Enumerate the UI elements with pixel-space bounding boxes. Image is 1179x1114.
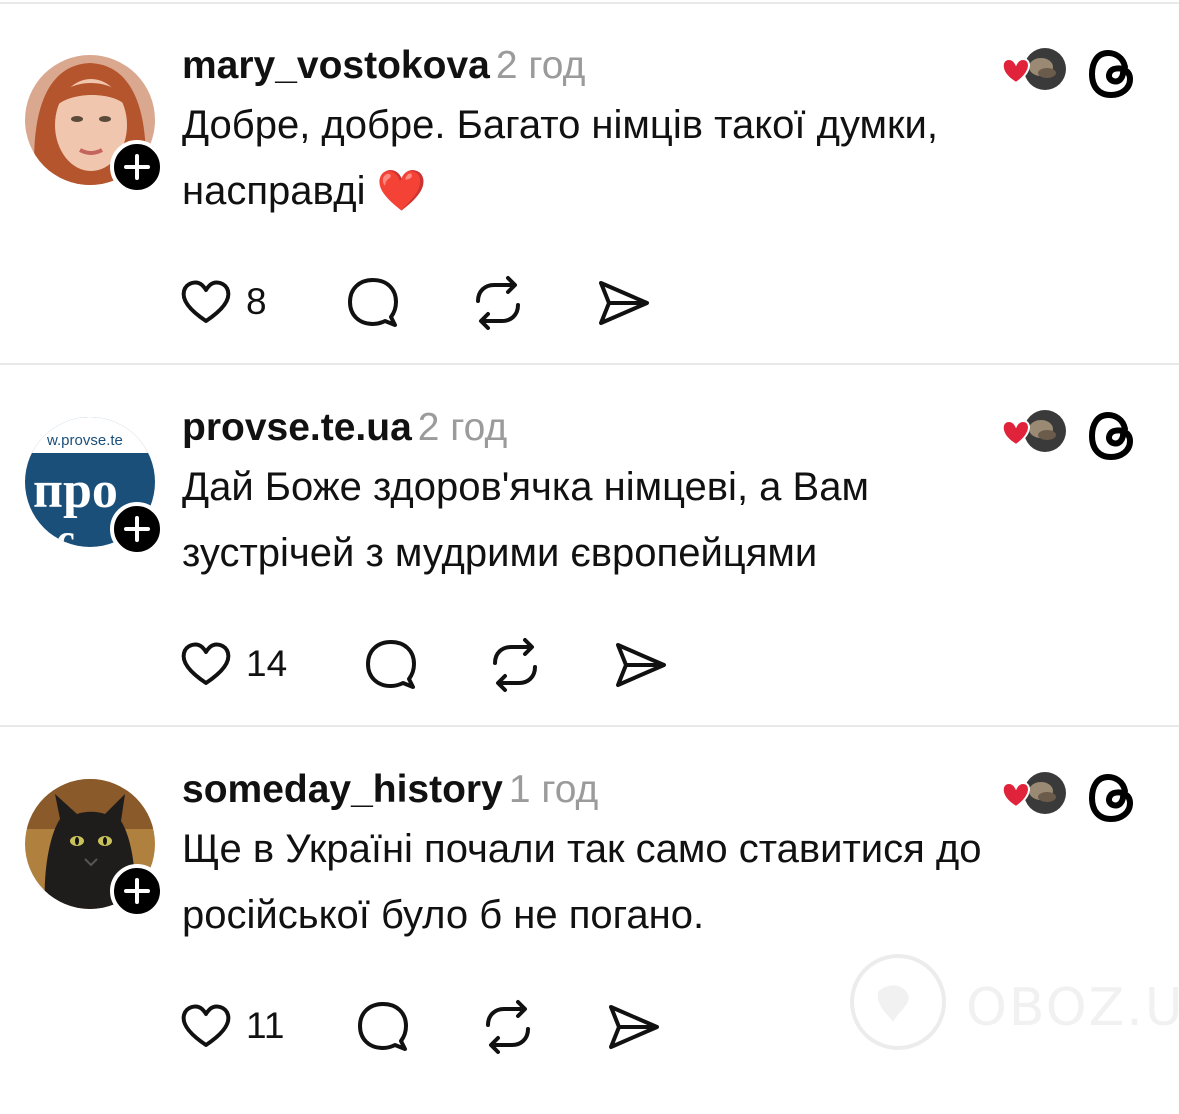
reply-button[interactable]: [353, 997, 413, 1057]
threads-logo-icon[interactable]: [1085, 769, 1143, 827]
post-text-line: Ще в Україні почали так само ставитися д…: [182, 827, 982, 871]
heart-outline-icon: [181, 1004, 231, 1047]
post-item: mary_vostokova 2 год Добре, добре. Багато…: [0, 30, 1179, 390]
username[interactable]: someday_history 1 год: [182, 768, 598, 812]
plus-icon: [124, 154, 150, 180]
heart-outline-icon: [181, 642, 231, 685]
post-text-line: насправді ❤️: [182, 169, 427, 213]
send-icon: [609, 1005, 659, 1049]
threads-logo-icon[interactable]: [1085, 45, 1143, 103]
liked-by-badge[interactable]: [995, 769, 1067, 817]
post-text-line: російської було б не погано.: [182, 893, 705, 937]
post-actions: 14: [178, 635, 698, 695]
like-count: 11: [246, 1005, 285, 1046]
post-text-line: зустрічей з мудрими європейцями: [182, 531, 818, 575]
comment-bubble-icon: [358, 1002, 408, 1051]
watermark: OBOZ.UA: [848, 952, 1179, 1052]
top-divider: [0, 2, 1179, 4]
repost-arrows-icon: [476, 276, 520, 330]
liked-by-badge[interactable]: [995, 45, 1067, 93]
post-text-line: Добре, добре. Багато німців такої думки,: [182, 103, 938, 147]
timestamp: 1 год: [508, 768, 599, 811]
post-text: Ще в Україні почали так само ставитися д…: [182, 816, 1112, 948]
post-text: Добре, добре. Багато німців такої думки,…: [182, 92, 1112, 224]
comment-bubble-icon: [366, 640, 416, 689]
like-button[interactable]: [178, 273, 234, 333]
liked-by-badge[interactable]: [995, 407, 1067, 455]
repost-button[interactable]: [468, 273, 528, 333]
watermark-text: OBOZ.UA: [966, 978, 1179, 1038]
like-button[interactable]: [178, 635, 234, 695]
repost-arrows-icon: [493, 638, 537, 692]
like-count: 8: [246, 281, 267, 322]
plus-icon: [124, 878, 150, 904]
send-icon: [616, 643, 666, 687]
timestamp: 2 год: [495, 44, 586, 87]
plus-icon: [124, 516, 150, 542]
reply-button[interactable]: [343, 273, 403, 333]
post-item: someday_history 1 год Ще в Україні почали…: [0, 754, 1179, 1114]
repost-button[interactable]: [485, 635, 545, 695]
share-button[interactable]: [593, 273, 653, 333]
follow-button[interactable]: [110, 864, 164, 918]
follow-button[interactable]: [110, 140, 164, 194]
avatar-mid-text: про: [33, 462, 118, 519]
repost-button[interactable]: [478, 997, 538, 1057]
like-count: 14: [246, 643, 288, 684]
globe-logo-icon: [850, 954, 946, 1050]
comment-bubble-icon: [348, 278, 398, 327]
avatar-top-text: w.provse.te: [46, 432, 123, 449]
heart-outline-icon: [181, 280, 231, 323]
username[interactable]: provse.te.ua 2 год: [182, 406, 507, 450]
post-actions: 8: [178, 273, 698, 333]
share-button[interactable]: [610, 635, 670, 695]
share-button[interactable]: [603, 997, 663, 1057]
post-item: w.provse.te про вс provse.te.ua 2 год Дай…: [0, 392, 1179, 752]
repost-arrows-icon: [486, 1000, 530, 1054]
send-icon: [599, 281, 649, 325]
like-button[interactable]: [178, 997, 234, 1057]
post-actions: 11: [178, 997, 698, 1057]
avatar-bot-text: вс: [33, 517, 75, 547]
post-text-line: Дай Боже здоров'ячка німцеві, а Вам: [182, 465, 869, 509]
follow-button[interactable]: [110, 502, 164, 556]
timestamp: 2 год: [417, 406, 508, 449]
username[interactable]: mary_vostokova 2 год: [182, 44, 585, 88]
reply-button[interactable]: [361, 635, 421, 695]
post-text: Дай Боже здоров'ячка німцеві, а Вам зуст…: [182, 454, 1112, 586]
threads-logo-icon[interactable]: [1085, 407, 1143, 465]
